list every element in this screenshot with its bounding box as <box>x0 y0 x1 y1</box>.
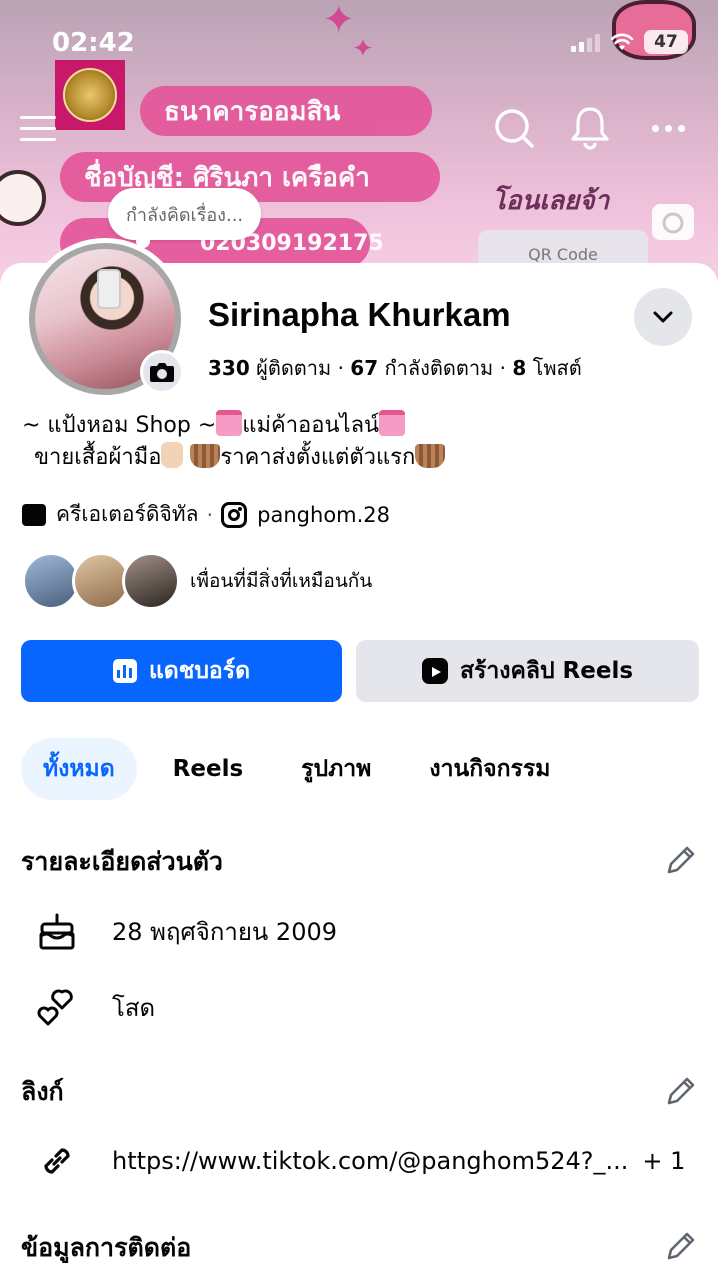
expand-profile-button[interactable] <box>634 288 692 346</box>
edit-details-icon[interactable] <box>664 843 698 877</box>
status-indicators: 47 <box>571 30 688 54</box>
profile-name: Sirinapha Khurkam <box>208 296 511 333</box>
profile-meta: ครีเอเตอร์ดิจิทัล · panghom.28 <box>22 498 390 531</box>
followers-label[interactable]: ผู้ติดตาม <box>256 356 331 380</box>
dashboard-button-label: แดชบอร์ด <box>148 658 251 684</box>
tab-reels[interactable]: Reels <box>151 738 265 800</box>
flower-decoration <box>0 170 46 226</box>
hearts-icon <box>32 982 82 1032</box>
edit-contact-icon[interactable] <box>664 1229 698 1263</box>
birthday-cake-icon <box>32 906 82 956</box>
details-section-title: รายละเอียดส่วนตัว <box>21 847 223 876</box>
cover-camera-icon[interactable] <box>652 204 694 240</box>
battery-icon: 47 <box>644 30 688 54</box>
pointing-hand-icon <box>161 442 184 468</box>
instagram-handle[interactable]: panghom.28 <box>257 503 390 527</box>
link-url[interactable]: https://www.tiktok.com/@panghom524?_... <box>112 1147 628 1175</box>
birthday-row: 28 พฤศจิกายน 2009 <box>32 906 337 956</box>
birthday-text: 28 พฤศจิกายน 2009 <box>112 917 337 946</box>
search-icon[interactable] <box>492 106 536 150</box>
menu-icon[interactable] <box>18 108 58 148</box>
separator-dot: · <box>206 502 214 527</box>
edit-links-icon[interactable] <box>664 1074 698 1108</box>
basket-icon <box>415 444 446 468</box>
link-extra-count[interactable]: + 1 <box>642 1147 685 1175</box>
bank-logo <box>55 60 125 130</box>
separator-dot: · <box>337 356 351 380</box>
tab-photos[interactable]: รูปภาพ <box>279 738 393 800</box>
followers-count[interactable]: 330 <box>208 356 250 380</box>
tab-events[interactable]: งานกิจกรรม <box>407 738 572 800</box>
wifi-icon <box>610 33 634 50</box>
thought-bubble[interactable]: กำลังคิดเรื่อง... <box>108 188 262 248</box>
profile-category: ครีเอเตอร์ดิจิทัล <box>56 502 199 526</box>
bio-text: ขายเสื้อผ้ามือ <box>34 445 162 470</box>
shopping-bag-icon <box>216 410 243 436</box>
link-icon <box>32 1136 82 1186</box>
mutual-friends-label: เพื่อนที่มีสิ่งที่เหมือนกัน <box>190 570 373 592</box>
mutual-friends[interactable]: เพื่อนที่มีสิ่งที่เหมือนกัน <box>22 552 372 610</box>
shopping-bag-icon <box>379 410 406 436</box>
instagram-icon <box>221 501 248 528</box>
basket-icon <box>190 444 221 468</box>
profile-stats: 330 ผู้ติดตาม · 67 กำลังติดตาม · 8 โพสต์ <box>208 352 582 384</box>
clapperboard-icon <box>22 503 46 526</box>
sparkle-decoration: ✦ <box>322 0 356 43</box>
camera-icon[interactable] <box>140 350 184 394</box>
cover-bank-name: ธนาคารออมสิน <box>140 86 432 136</box>
tab-all[interactable]: ทั้งหมด <box>21 738 137 800</box>
sparkle-decoration: ✦ <box>352 34 374 64</box>
signal-icon <box>571 32 600 52</box>
contact-section-title: ข้อมูลการติดต่อ <box>21 1233 192 1262</box>
link-row[interactable]: https://www.tiktok.com/@panghom524?_... … <box>32 1136 685 1186</box>
status-time: 02:42 <box>52 28 135 58</box>
create-reels-button-label: สร้างคลิป Reels <box>459 658 634 684</box>
dashboard-chart-icon <box>112 659 137 683</box>
posts-label: โพสต์ <box>532 356 582 380</box>
cover-transfer-text: โอนเลยจ้า <box>492 186 610 216</box>
profile-tabs: ทั้งหมด Reels รูปภาพ งานกิจกรรม <box>21 738 586 800</box>
dashboard-button[interactable]: แดชบอร์ด <box>21 640 342 702</box>
separator-dot: · <box>499 356 513 380</box>
bell-icon[interactable] <box>568 104 612 150</box>
following-count[interactable]: 67 <box>350 356 378 380</box>
links-section-title: ลิงก์ <box>21 1077 64 1106</box>
reels-icon <box>421 658 448 684</box>
avatar <box>122 552 180 610</box>
profile-bio: ~ แป้งหอม Shop ~ แม่ค้าออนไลน์ ขายเสื้อผ้… <box>22 410 446 474</box>
following-label[interactable]: กำลังติดตาม <box>385 356 494 380</box>
relationship-text: โสด <box>112 993 156 1022</box>
bio-text: ราคาส่งตั้งแต่ตัวแรก <box>220 445 416 470</box>
more-options-icon[interactable] <box>646 110 690 146</box>
bio-text: แม่ค้าออนไลน์ <box>242 413 380 438</box>
bio-text: ~ แป้งหอม Shop ~ <box>22 413 217 438</box>
create-reels-button[interactable]: สร้างคลิป Reels <box>356 640 699 702</box>
posts-count: 8 <box>512 356 527 380</box>
relationship-row: โสด <box>32 982 155 1032</box>
chevron-down-icon <box>653 311 673 323</box>
